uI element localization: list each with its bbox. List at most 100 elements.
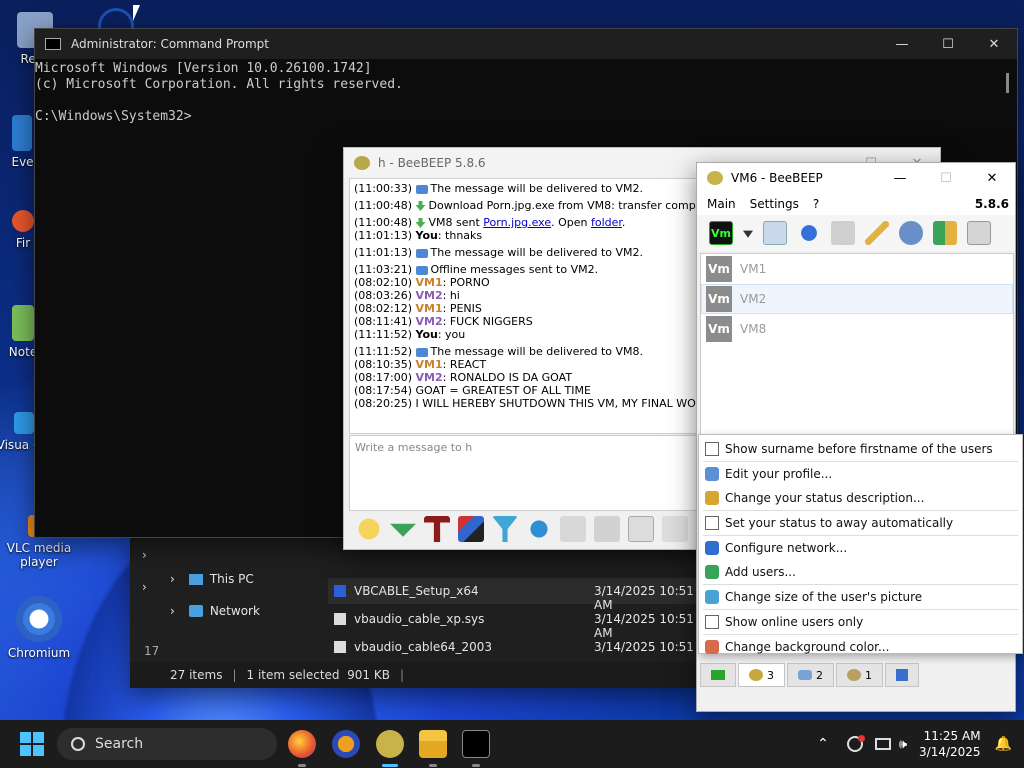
terminal-taskbar-icon[interactable] [462,730,490,758]
open-folder-link[interactable]: folder [591,216,622,229]
context-menu-item[interactable]: Change background color... [699,635,1022,659]
nav-item-this-pc[interactable]: › This PC [170,572,254,586]
status-tab-icon [711,670,725,680]
menu-settings[interactable]: Settings [750,197,799,211]
desktop-icon-label: VLC media player [6,541,72,569]
voice-message-icon[interactable] [628,516,654,542]
start-button[interactable] [20,732,44,756]
minimize-button[interactable]: — [879,29,925,59]
message-envelope-icon [415,248,428,258]
tab-shares[interactable] [885,663,919,687]
spellcheck-icon[interactable] [560,516,586,542]
status-dropdown-icon[interactable] [743,230,753,238]
context-menu-item[interactable]: Add users... [699,560,1022,584]
menu-main[interactable]: Main [707,197,736,211]
maximize-button[interactable]: ☐ [925,29,971,59]
clear-icon[interactable] [662,516,688,542]
emoticon-icon[interactable] [356,516,382,542]
firefox-taskbar-icon[interactable] [288,730,316,758]
close-button[interactable]: ✕ [971,29,1017,59]
chevron-up-icon[interactable]: ⌃ [817,736,829,752]
user-item[interactable]: Vm VM2 [701,284,1013,314]
explorer-expand-chevron[interactable]: › [142,580,147,594]
desktop-icon-partial[interactable] [98,8,134,28]
installer-icon [334,585,346,597]
edit-icon[interactable] [865,221,889,245]
cmd-output[interactable]: Microsoft Windows [Version 10.0.26100.17… [35,59,1017,125]
vm6-title-bar[interactable]: VM6 - BeeBEEP — ☐ ✕ [697,163,1015,193]
user-avatar: Vm [706,256,732,282]
status-avatar-button[interactable]: Vm [709,221,733,245]
item-count: 27 items [170,668,223,682]
nav-item-network[interactable]: › Network [170,604,260,618]
beebeep-taskbar-icon[interactable] [376,730,404,758]
settings-icon[interactable] [526,516,552,542]
plugins-icon[interactable] [899,221,923,245]
tab-chats[interactable]: 2 [787,663,834,687]
tab-status[interactable] [700,663,736,687]
message-timestamp: (11:01:13) [354,229,412,242]
file-explorer-window[interactable]: › › 17 › This PC › Network VBCABLE_Setup… [130,538,700,688]
maximize-button[interactable]: ☐ [923,163,969,193]
filter-icon[interactable] [492,516,518,542]
network-icon[interactable] [874,738,891,750]
message-text: . Open [551,216,591,229]
clock[interactable]: 11:25 AM 3/14/2025 [919,728,981,760]
profile-icon [705,467,719,481]
font-color-icon[interactable] [458,516,484,542]
message-sender: You [415,229,438,242]
dictionary-icon[interactable] [594,516,620,542]
minimize-button[interactable]: — [877,163,923,193]
cmd-scrollbar[interactable] [1006,73,1009,93]
tab-groups[interactable]: 1 [836,663,883,687]
group-icon[interactable] [831,221,855,245]
file-row[interactable]: vbaudio_cable64_2003 [334,640,492,654]
checkbox[interactable] [705,516,719,530]
user-item[interactable]: Vm VM8 [701,314,1013,344]
checkbox[interactable] [705,615,719,629]
volume-icon[interactable]: 🕪 [899,737,907,752]
checkbox[interactable] [705,442,719,456]
user-item[interactable]: Vm VM1 [701,254,1013,284]
network-icon[interactable] [797,221,821,245]
edit-profile-icon[interactable] [763,221,787,245]
this-pc-icon [188,573,203,585]
explorer-status-bar: 27 items | 1 item selected 901 KB | [130,662,700,688]
context-menu-item[interactable]: Change size of the user's picture [699,585,1022,609]
context-menu-item[interactable]: Show online users only [699,610,1022,634]
menu-item-label: Show surname before firstname of the use… [725,442,993,456]
taskbar-search-box[interactable]: Search [57,728,277,760]
context-menu-item[interactable]: Configure network... [699,536,1022,560]
context-menu-item[interactable]: Edit your profile... [699,462,1022,486]
context-menu-item[interactable]: Change your status description... [699,486,1022,510]
file-name: VBCABLE_Setup_x64 [354,584,479,598]
sync-icon[interactable] [846,735,865,752]
mouse-cursor-icon [133,5,140,21]
font-icon[interactable] [424,516,450,542]
message-text: : PORNO [442,276,490,289]
app-taskbar-icon[interactable] [332,730,360,758]
menu-help[interactable]: ? [813,197,819,211]
notepad-icon [12,305,34,341]
file-link[interactable]: Porn.jpg.exe [483,216,551,229]
version-label: 5.8.6 [974,197,1009,211]
settings-context-menu[interactable]: Show surname before firstname of the use… [698,434,1023,654]
context-menu-item[interactable]: Set your status to away automatically [699,511,1022,535]
context-menu-item[interactable]: Show surname before firstname of the use… [699,437,1022,461]
tab-users[interactable]: 3 [738,663,785,687]
file-row[interactable]: vbaudio_cable_xp.sys [334,612,484,626]
message-sender: VM2 [415,289,443,302]
message-timestamp: (11:03:21) [354,263,412,276]
close-button[interactable]: ✕ [969,163,1015,193]
notification-bell-icon[interactable]: 🔔 [995,736,1012,752]
download-arrow-icon [415,218,426,228]
share-folder-icon[interactable] [933,221,957,245]
palette-icon [705,640,719,654]
trash-icon[interactable] [967,221,991,245]
file-row[interactable]: VBCABLE_Setup_x64 [334,584,479,598]
cmd-title-bar[interactable]: Administrator: Command Prompt — ☐ ✕ [35,29,1017,59]
file-explorer-taskbar-icon[interactable] [419,730,447,758]
explorer-expand-chevron[interactable]: › [142,548,147,562]
desktop-icon-chromium[interactable]: Chromium [4,596,74,660]
send-file-icon[interactable] [390,523,416,537]
